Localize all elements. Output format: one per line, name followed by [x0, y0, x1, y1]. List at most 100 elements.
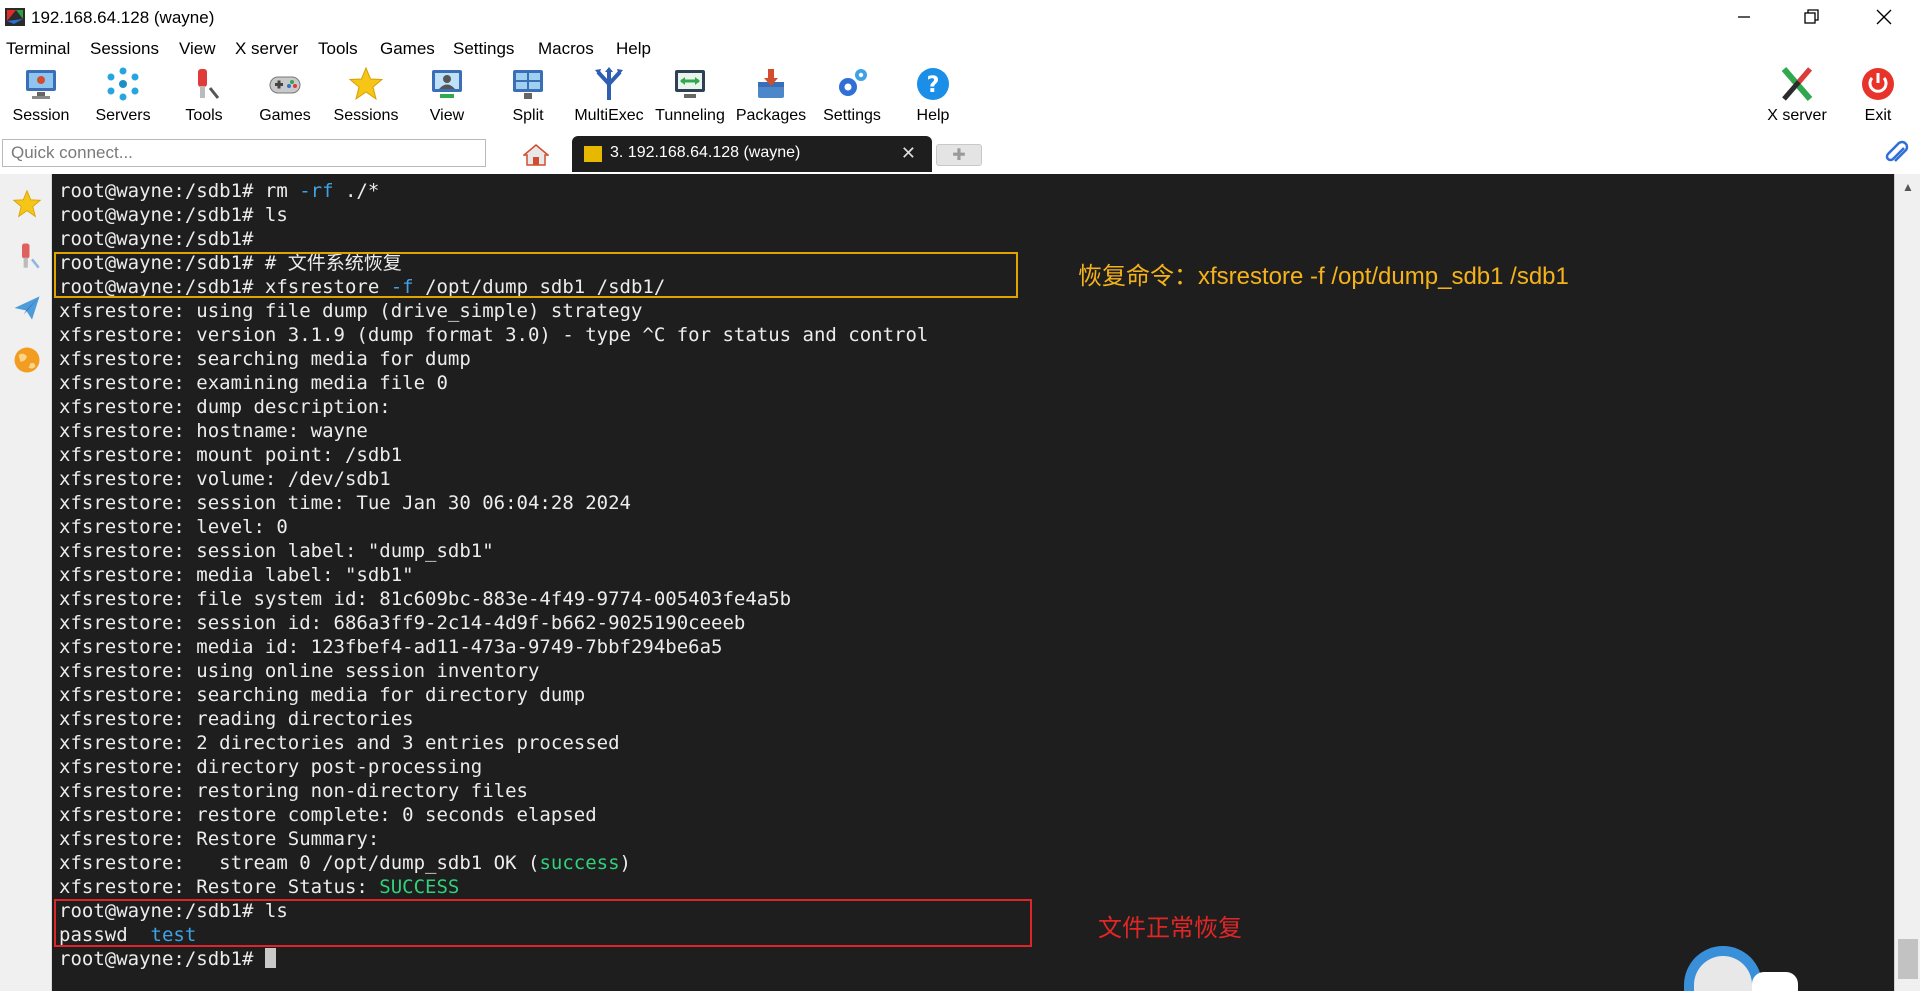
restored-ok-annotation: 文件正常恢复: [1098, 915, 1242, 942]
terminal-line: xfsrestore: media id: 123fbef4-ad11-473a…: [59, 635, 928, 659]
menu-terminal[interactable]: Terminal: [6, 39, 70, 59]
x-server-icon: [1781, 67, 1813, 101]
terminal-tab-icon: [584, 146, 602, 162]
menu-tools[interactable]: Tools: [318, 39, 358, 59]
servers-button[interactable]: Servers: [83, 62, 163, 130]
tab-row: Quick connect... 3. 192.168.64.128 (wayn…: [0, 134, 1920, 174]
terminal-line: xfsrestore: using file dump (drive_simpl…: [59, 299, 928, 323]
terminal-text-segment: xfsrestore: hostname: wayne: [59, 420, 368, 442]
terminal-text-segment: xfsrestore: level: 0: [59, 516, 288, 538]
terminal-line: xfsrestore: volume: /dev/sdb1: [59, 467, 928, 491]
home-tab[interactable]: [508, 138, 564, 172]
help-button[interactable]: ? Help: [893, 62, 973, 130]
send-icon: [14, 296, 40, 320]
terminal-text-segment: xfsrestore: using online session invento…: [59, 660, 540, 682]
view-button[interactable]: View: [407, 62, 487, 130]
terminal-text-segment: xfsrestore: mount point: /sdb1: [59, 444, 403, 466]
tools-label: Tools: [185, 107, 223, 124]
star-icon: [348, 66, 384, 101]
tools-icon: [198, 69, 220, 99]
terminal-line: xfsrestore: examining media file 0: [59, 371, 928, 395]
terminal-line: xfsrestore: using online session invento…: [59, 659, 928, 683]
tab-session-3[interactable]: 3. 192.168.64.128 (wayne) ✕: [572, 136, 932, 172]
terminal-text-segment: xfsrestore: file system id: 81c609bc-883…: [59, 588, 792, 610]
restore-button[interactable]: [1784, 0, 1840, 34]
tunneling-label: Tunneling: [655, 107, 725, 124]
star-icon: [12, 189, 42, 218]
menu-sessions[interactable]: Sessions: [90, 39, 159, 59]
menu-help[interactable]: Help: [616, 39, 651, 59]
side-globe-button[interactable]: [5, 336, 49, 384]
terminal-line: xfsrestore: reading directories: [59, 707, 928, 731]
menu-settings[interactable]: Settings: [453, 39, 514, 59]
side-macros-button[interactable]: [5, 284, 49, 332]
close-button[interactable]: [1856, 0, 1912, 34]
servers-icon: [107, 67, 139, 101]
menu-view[interactable]: View: [179, 39, 216, 59]
xserver-label: X server: [1767, 107, 1827, 124]
terminal-text-segment: xfsrestore: reading directories: [59, 708, 414, 730]
multiexec-icon: [595, 67, 623, 100]
menu-games[interactable]: Games: [380, 39, 435, 59]
terminal-text-segment: xfsrestore: restoring non-directory file…: [59, 780, 528, 802]
terminal-text-segment: xfsrestore: version 3.1.9 (dump format 3…: [59, 324, 929, 346]
restore-command-highlight-box: [54, 252, 1018, 298]
terminal-text-segment: xfsrestore: session label: "dump_sdb1": [59, 540, 494, 562]
gear-icon: [839, 69, 867, 96]
settings-label: Settings: [823, 107, 881, 124]
minimize-icon: [1738, 16, 1750, 18]
tools-button[interactable]: Tools: [164, 62, 244, 130]
terminal-text-segment: xfsrestore: 2 directories and 3 entries …: [59, 732, 620, 754]
multiexec-button[interactable]: MultiExec: [569, 62, 649, 130]
terminal-text-segment: xfsrestore: examining media file 0: [59, 372, 448, 394]
terminal-line: xfsrestore: file system id: 81c609bc-883…: [59, 587, 928, 611]
paperclip-icon[interactable]: [1884, 140, 1910, 168]
terminal-text-segment: -rf: [299, 180, 334, 202]
terminal-text-segment: root@wayne:/sdb1# ls: [59, 204, 288, 226]
games-button[interactable]: Games: [245, 62, 325, 130]
view-label: View: [429, 107, 465, 124]
sessions-button[interactable]: Sessions: [326, 62, 406, 130]
tunneling-button[interactable]: Tunneling: [650, 62, 730, 130]
terminal-scrollbar[interactable]: ▲: [1894, 174, 1920, 991]
terminal-text-segment: xfsrestore: session id: 686a3ff9-2c14-4d…: [59, 612, 746, 634]
terminal-text-segment: xfsrestore: restore complete: 0 seconds …: [59, 804, 597, 826]
terminal-text-segment: root@wayne:/sdb1#: [59, 228, 254, 250]
restore-icon: [1804, 9, 1819, 24]
packages-button[interactable]: Packages: [731, 62, 811, 130]
terminal-line: xfsrestore: Restore Status: SUCCESS: [59, 875, 928, 899]
terminal-line: xfsrestore: hostname: wayne: [59, 419, 928, 443]
terminal-line: root@wayne:/sdb1# rm -rf ./*: [59, 179, 928, 203]
minimize-button[interactable]: [1716, 0, 1772, 34]
side-sessions-button[interactable]: [5, 180, 49, 228]
scrollbar-thumb[interactable]: [1898, 939, 1918, 979]
close-icon: [1876, 9, 1892, 25]
scroll-up-icon[interactable]: ▲: [1895, 174, 1920, 200]
restored-files-highlight-box: [54, 899, 1032, 947]
side-tools-button[interactable]: [5, 232, 49, 280]
terminal-text-segment: ./*: [333, 180, 380, 202]
settings-button[interactable]: Settings: [812, 62, 892, 130]
terminal-text-segment: xfsrestore: directory post-processing: [59, 756, 483, 778]
split-button[interactable]: Split: [488, 62, 568, 130]
terminal-line: xfsrestore: session id: 686a3ff9-2c14-4d…: [59, 611, 928, 635]
session-button[interactable]: Session: [1, 62, 81, 130]
terminal-text-segment: xfsrestore: session time: Tue Jan 30 06:…: [59, 492, 631, 514]
new-tab-button[interactable]: ✚: [936, 144, 982, 166]
quick-connect-input[interactable]: Quick connect...: [2, 139, 486, 167]
mascot-avatar: [1684, 946, 1762, 991]
xserver-button[interactable]: X server: [1757, 62, 1837, 130]
terminal-text-segment: xfsrestore: searching media for dump: [59, 348, 471, 370]
terminal-cursor: [264, 948, 276, 968]
tools-icon: [22, 243, 40, 269]
tab-close-icon[interactable]: ✕: [901, 143, 916, 164]
exit-button[interactable]: Exit: [1838, 62, 1918, 130]
terminal-text-segment: xfsrestore: using file dump (drive_simpl…: [59, 300, 643, 322]
view-icon: [432, 70, 462, 98]
servers-label: Servers: [95, 107, 151, 124]
menu-x-server[interactable]: X server: [235, 39, 298, 59]
menu-macros[interactable]: Macros: [538, 39, 594, 59]
packages-icon: [758, 69, 784, 98]
terminal-line: xfsrestore: searching media for dump: [59, 347, 928, 371]
terminal-panel[interactable]: root@wayne:/sdb1# rm -rf ./* root@wayne:/…: [52, 174, 1894, 991]
